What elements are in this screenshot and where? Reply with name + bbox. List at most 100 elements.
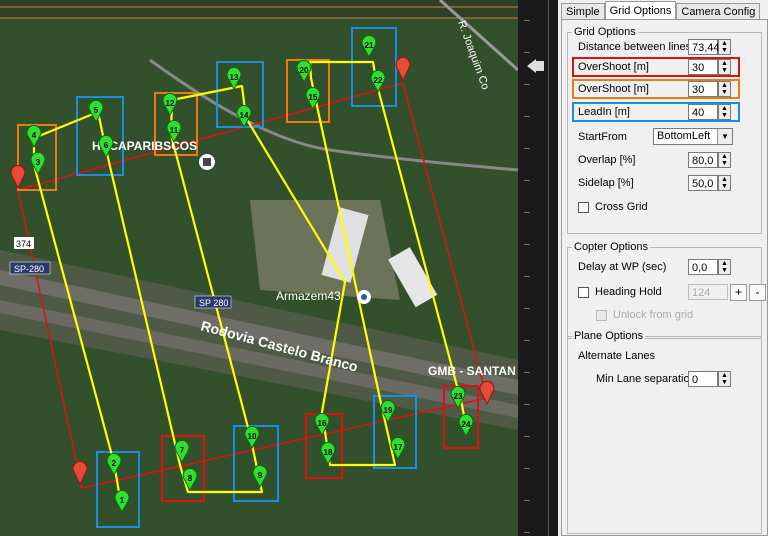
sidelap-spinner[interactable]: ▲ ▼	[718, 175, 731, 191]
overshoot2-label: OverShoot [m]	[578, 83, 649, 95]
unlock-checkbox	[596, 309, 607, 321]
road-shield: SP-280	[14, 264, 44, 274]
distance-spinner[interactable]: ▲ ▼	[718, 39, 731, 55]
options-panel: Simple Grid Options Camera Config Grid O…	[558, 0, 768, 536]
copter-options-group: Copter Options Delay at WP (sec) 0,0 ▲ ▼ …	[567, 241, 766, 339]
distance-input[interactable]: 73,44	[688, 39, 720, 55]
sidelap-label: Sidelap [%]	[578, 177, 634, 189]
min-lane-input[interactable]: 0	[688, 371, 718, 387]
strip-tick	[524, 212, 530, 213]
waypoint-label: 3	[36, 158, 41, 167]
startfrom-label: StartFrom	[578, 131, 627, 143]
strip-tick	[524, 276, 530, 277]
overlap-label: Overlap [%]	[578, 154, 636, 166]
startfrom-select[interactable]: BottomLeft ▼	[653, 128, 733, 145]
collapse-panel-icon[interactable]	[527, 59, 536, 73]
overshoot2-row: OverShoot [m]	[578, 80, 649, 98]
strip-tick	[524, 116, 530, 117]
leadin-input[interactable]: 40	[688, 104, 718, 120]
waypoint-label: 13	[230, 73, 239, 82]
map-view[interactable]: R. Joaquim Co HACAPARIBSCOS Armazem43 Ro…	[0, 0, 518, 536]
overshoot2-spinner[interactable]: ▲ ▼	[718, 81, 731, 97]
waypoint-label: 18	[324, 448, 333, 457]
strip-tick	[524, 20, 530, 21]
delay-row: Delay at WP (sec)	[578, 258, 666, 276]
grid-options-page: Grid Options Distance between lines [m] …	[561, 19, 768, 536]
strip-tick	[524, 372, 530, 373]
waypoint-label: 17	[394, 443, 403, 452]
overshoot-row: OverShoot [m]	[578, 58, 649, 76]
chevron-down-icon[interactable]: ▼	[717, 129, 732, 144]
waypoint-label: 22	[374, 76, 383, 85]
waypoint-label: 20	[300, 66, 309, 75]
km-marker: 374	[16, 239, 31, 249]
waypoint-label: 9	[258, 471, 263, 480]
startfrom-value: BottomLeft	[657, 130, 711, 142]
waypoint-label: 1	[120, 496, 125, 505]
strip-tick	[524, 500, 530, 501]
map-canvas[interactable]: R. Joaquim Co HACAPARIBSCOS Armazem43 Ro…	[0, 0, 518, 536]
alternate-label: Alternate Lanes	[578, 350, 656, 362]
waypoint-label: 8	[188, 474, 193, 483]
strip-tick	[524, 180, 530, 181]
waypoint-label: 14	[240, 111, 249, 120]
overshoot-label: OverShoot [m]	[578, 61, 649, 73]
crossgrid-label: Cross Grid	[595, 201, 648, 213]
map-side-strip	[518, 0, 558, 536]
strip-tick	[524, 340, 530, 341]
group-title: Copter Options	[572, 241, 650, 253]
waypoint-label: 23	[454, 392, 463, 401]
minus-button[interactable]: -	[749, 284, 766, 301]
collapse-handle[interactable]	[536, 61, 544, 71]
waypoint-label: 19	[384, 406, 393, 415]
delay-input[interactable]: 0,0	[688, 259, 718, 275]
waypoint-label: 2	[112, 459, 117, 468]
group-title: Plane Options	[572, 330, 646, 342]
crossgrid-checkbox[interactable]	[578, 201, 589, 213]
sidelap-input[interactable]: 50,0	[688, 175, 718, 191]
plus-button[interactable]: +	[730, 284, 747, 301]
overlap-input[interactable]: 80,0	[688, 152, 718, 168]
overlap-spinner[interactable]: ▲ ▼	[718, 152, 731, 168]
tab-simple[interactable]: Simple	[561, 3, 605, 20]
overshoot2-input[interactable]: 30	[688, 81, 718, 97]
grid-options-group: Grid Options Distance between lines [m] …	[567, 26, 762, 234]
waypoint-label: 4	[32, 131, 37, 140]
delay-label: Delay at WP (sec)	[578, 261, 667, 273]
overshoot-input[interactable]: 30	[688, 59, 718, 75]
splitter[interactable]	[548, 0, 549, 536]
strip-tick	[524, 148, 530, 149]
overlap-row: Overlap [%]	[578, 151, 635, 169]
waypoint-label: 15	[309, 93, 318, 102]
min-lane-spinner[interactable]: ▲ ▼	[718, 371, 731, 387]
sidelap-row: Sidelap [%]	[578, 174, 634, 192]
overshoot-spinner[interactable]: ▲ ▼	[718, 59, 731, 75]
strip-tick	[524, 84, 530, 85]
delay-spinner[interactable]: ▲ ▼	[718, 259, 731, 275]
tab-bar: Simple Grid Options Camera Config	[561, 1, 761, 20]
waypoint-label: 16	[318, 419, 327, 428]
strip-tick	[524, 52, 530, 53]
leadin-label: LeadIn [m]	[578, 106, 630, 118]
tab-grid-options[interactable]: Grid Options	[604, 1, 677, 20]
waypoint-label: 6	[104, 141, 109, 150]
strip-tick	[524, 404, 530, 405]
heading-input: 124	[688, 284, 728, 300]
group-title: Grid Options	[572, 26, 638, 38]
tab-camera-config[interactable]: Camera Config	[676, 3, 761, 20]
strip-tick	[524, 436, 530, 437]
strip-tick	[524, 244, 530, 245]
road-shield: SP 280	[199, 298, 228, 308]
waypoint-label: 11	[170, 126, 179, 135]
heading-hold-row[interactable]: Heading Hold	[578, 283, 662, 301]
strip-tick	[524, 468, 530, 469]
heading-hold-checkbox[interactable]	[578, 286, 589, 298]
crossgrid-row[interactable]: Cross Grid	[578, 198, 648, 216]
waypoint-label: 12	[166, 99, 175, 108]
strip-tick	[524, 308, 530, 309]
waypoint-label: 7	[180, 446, 185, 455]
min-lane-label: Min Lane separation	[596, 373, 696, 385]
plane-options-group: Plane Options Alternate Lanes Min Lane s…	[567, 330, 762, 534]
place-label: GMB - SANTAN	[428, 364, 516, 378]
leadin-spinner[interactable]: ▲ ▼	[718, 104, 731, 120]
